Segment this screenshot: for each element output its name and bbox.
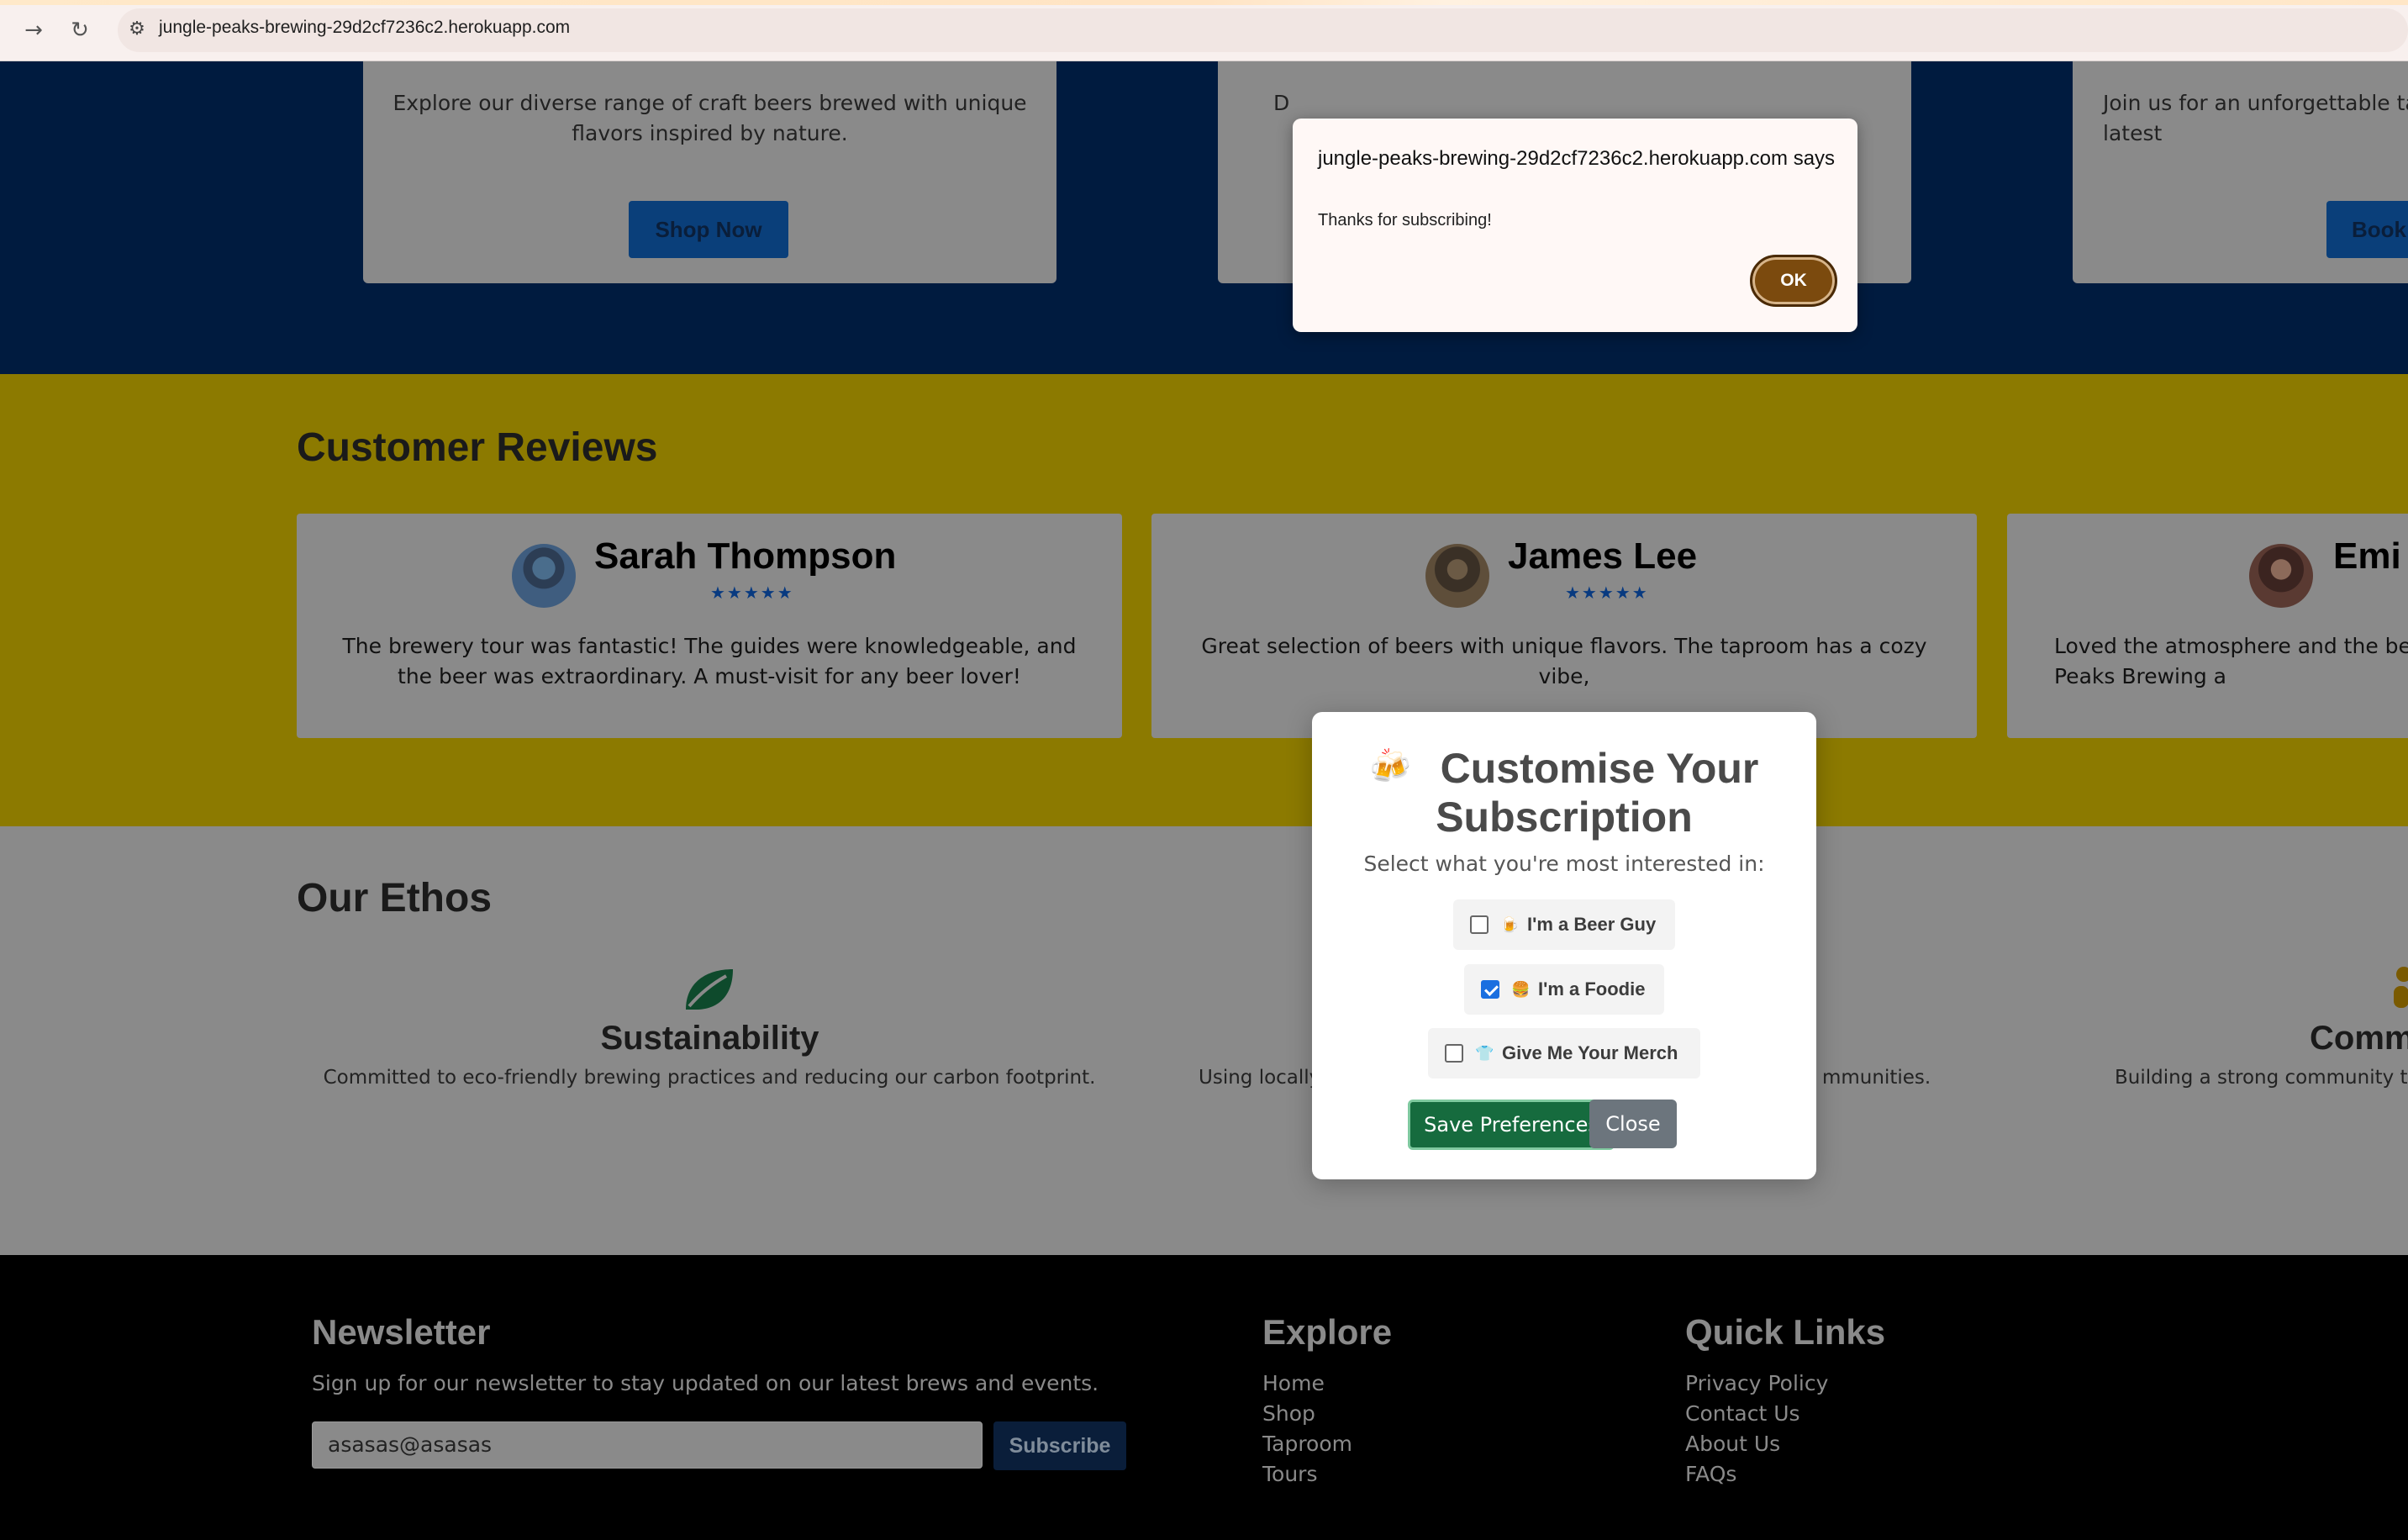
burger-icon: 🍔 (1511, 981, 1531, 998)
ethos-item-text: mmunities. (1822, 1067, 1931, 1089)
footer-link-privacy[interactable]: Privacy Policy (1685, 1371, 1828, 1395)
modal-title-line2: Subscription (1436, 794, 1693, 841)
footer-link-shop[interactable]: Shop (1262, 1401, 1315, 1426)
alert-title: jungle-peaks-brewing-29d2cf7236c2.heroku… (1318, 147, 1836, 170)
review-text: The brewery tour was fantastic! The guid… (342, 634, 1077, 688)
footer-link-faqs[interactable]: FAQs (1685, 1462, 1736, 1486)
forward-arrow-icon[interactable]: → (18, 15, 49, 45)
foodie-checkbox[interactable] (1481, 980, 1499, 999)
footer-link-home[interactable]: Home (1262, 1371, 1325, 1395)
option-foodie[interactable]: 🍔 I'm a Foodie (1464, 964, 1664, 1015)
option-beer-guy[interactable]: 🍺 I'm a Beer Guy (1453, 899, 1675, 950)
quick-links-title: Quick Links (1685, 1312, 1886, 1352)
explore-title: Explore (1262, 1312, 1393, 1352)
review-card: Sarah Thompson ★★★★★ The brewery tour wa… (297, 514, 1122, 738)
newsletter-title: Newsletter (312, 1312, 491, 1352)
ethos-title: Our Ethos (297, 876, 493, 920)
reviewer-name: Sarah Thompson (594, 535, 897, 577)
ethos-item-text: Building a strong community t (2115, 1067, 2408, 1089)
footer-link-taproom[interactable]: Taproom (1262, 1432, 1352, 1456)
newsletter-email-input[interactable]: asasas@asasas (312, 1421, 983, 1469)
ok-button[interactable]: OK (1750, 255, 1837, 307)
tshirt-icon: 👕 (1475, 1045, 1494, 1062)
beer-guy-checkbox[interactable] (1470, 915, 1489, 934)
url-text[interactable]: jungle-peaks-brewing-29d2cf7236c2.heroku… (159, 18, 570, 38)
avatar (1425, 544, 1489, 608)
site-settings-icon[interactable]: ⚙ (124, 17, 150, 42)
rating-stars: ★★★★★ (1565, 583, 1649, 603)
footer: Newsletter Sign up for our newsletter to… (0, 1255, 2408, 1540)
footer-link-tours[interactable]: Tours (1262, 1462, 1317, 1486)
reload-icon[interactable]: ↻ (65, 15, 95, 45)
footer-link-contact[interactable]: Contact Us (1685, 1401, 1800, 1426)
option-label: I'm a Foodie (1538, 978, 1646, 999)
feature-text: Explore our diverse range of craft beers… (393, 91, 1027, 145)
review-text: Great selection of beers with unique fla… (1201, 634, 1927, 688)
newsletter-text: Sign up for our newsletter to stay updat… (312, 1371, 1099, 1395)
reviews-title: Customer Reviews (297, 425, 658, 470)
page-content: Explore our diverse range of craft beers… (0, 61, 2408, 1540)
shop-now-button[interactable]: Shop Now (629, 201, 788, 258)
beer-mugs-icon: 🍻 (1369, 748, 1411, 785)
option-merch[interactable]: 👕 Give Me Your Merch (1428, 1028, 1700, 1079)
ethos-section: Our Ethos Sustainability Committed to ec… (0, 826, 2408, 1255)
review-card: James Lee ★★★★★ Great selection of beers… (1151, 514, 1977, 738)
reviewer-name: Emi (2333, 535, 2401, 577)
feature-text: D (1273, 91, 1290, 115)
alert-message: Thanks for subscribing! (1318, 211, 1492, 229)
option-label: Give Me Your Merch (1502, 1042, 1678, 1063)
features-section: Explore our diverse range of craft beers… (0, 61, 2408, 374)
review-text: Loved the atmosphere and the bee Peaks B… (2054, 634, 2408, 688)
close-button[interactable]: Close (1589, 1100, 1677, 1148)
feature-text: Join us for an unforgettable ta latest (2103, 91, 2408, 145)
modal-title: 🍻 Customise Your Subscription (1312, 744, 1816, 841)
ethos-item-title: Sustainability (600, 1020, 819, 1057)
ethos-item-text: Committed to eco-friendly brewing practi… (323, 1067, 1096, 1089)
subscription-modal: 🍻 Customise Your Subscription Select wha… (1312, 712, 1816, 1179)
footer-link-about[interactable]: About Us (1685, 1432, 1780, 1456)
modal-subtitle: Select what you're most interested in: (1363, 852, 1765, 876)
save-preferences-button[interactable]: Save Preferences (1408, 1100, 1615, 1150)
loading-bar (0, 0, 2408, 5)
ethos-item-title: Comm (2310, 1020, 2408, 1057)
avatar (512, 544, 576, 608)
browser-toolbar: → ↻ ⚙ jungle-peaks-brewing-29d2cf7236c2.… (0, 0, 2408, 61)
ethos-item-text: Using locally (1199, 1067, 1321, 1089)
avatar (2249, 544, 2313, 608)
alert-dialog: jungle-peaks-brewing-29d2cf7236c2.heroku… (1293, 119, 1857, 332)
leaf-icon (686, 969, 733, 1010)
merch-checkbox[interactable] (1445, 1044, 1463, 1063)
rating-stars: ★★★★★ (710, 583, 794, 603)
review-card: Emi Loved the atmosphere and the bee Pea… (2007, 514, 2408, 738)
option-label: I'm a Beer Guy (1527, 914, 1657, 935)
book-button[interactable]: Book (2326, 201, 2408, 258)
people-icon (2394, 967, 2408, 1008)
beer-icon: 🍺 (1500, 916, 1520, 933)
subscribe-button[interactable]: Subscribe (993, 1421, 1126, 1470)
reviewer-name: James Lee (1508, 535, 1698, 577)
